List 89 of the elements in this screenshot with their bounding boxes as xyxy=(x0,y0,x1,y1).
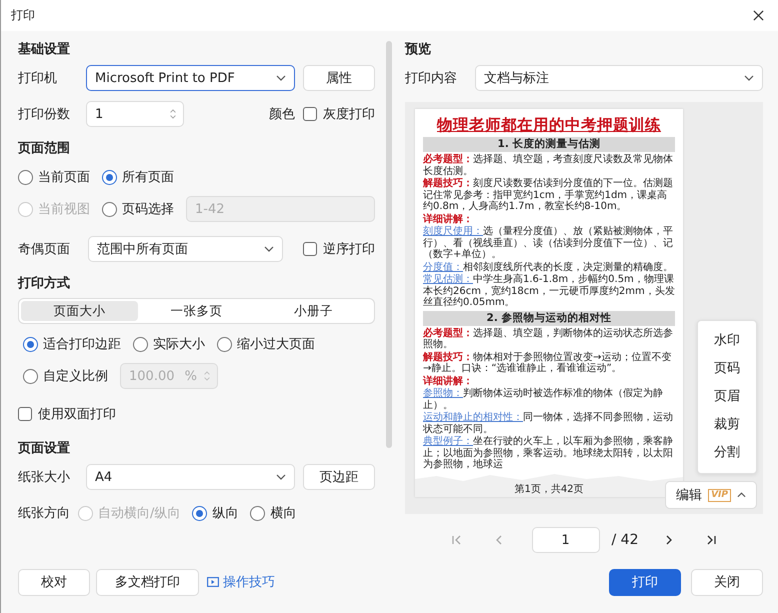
footer-button[interactable]: 多文档打印 xyxy=(96,568,199,596)
printer-select[interactable]: Microsoft Print to PDF xyxy=(86,65,296,91)
margins-button[interactable]: 页边距 xyxy=(303,464,375,490)
section-heading: 页面范围 xyxy=(18,140,71,158)
radio-label: 当前页面 xyxy=(38,169,90,186)
radio-button[interactable] xyxy=(133,336,148,352)
field-label: 纸张方向 xyxy=(18,505,71,522)
radio-button[interactable] xyxy=(18,170,33,184)
section-heading: 打印方式 xyxy=(18,275,71,293)
radio-label: 当前视图 xyxy=(38,201,90,218)
checkbox[interactable] xyxy=(303,107,317,121)
radio-button[interactable] xyxy=(23,336,38,352)
tab[interactable]: 一张多页 xyxy=(138,301,255,321)
checkbox-label: 逆序打印 xyxy=(323,241,375,258)
radio-label: 缩小过大页面 xyxy=(237,336,315,353)
menu-item[interactable]: 水印 xyxy=(698,327,756,355)
paragraph: 必考题型：选择题、填空题，考查刻度尺读数及常见物体长度估测。 xyxy=(423,154,674,177)
checkbox[interactable] xyxy=(18,407,32,421)
menu-item[interactable]: 页码 xyxy=(698,355,756,383)
chevron-up-icon xyxy=(737,492,746,498)
paragraph: 解题技巧：刻度尺读数要估读到分度值的下一位。估测题记住常见参考：指甲宽约1cm，手掌宽约1dm，课桌高约0.8m，人身高约1.7m，教室长约8-10m。 xyxy=(423,178,674,212)
vip-badge: VIP xyxy=(708,488,731,502)
page-number: 第1页，共42页 xyxy=(514,482,584,496)
footer-button[interactable]: 校对 xyxy=(18,568,90,596)
odd-even-select[interactable]: 范围中所有页面 xyxy=(88,236,283,262)
scrollbar[interactable] xyxy=(386,41,392,448)
menu-item[interactable]: 分割 xyxy=(698,439,756,467)
paragraph: 参照物：判断物体运动时被选作标准的物体（假定为静止）。 xyxy=(423,388,664,411)
radio-label: 实际大小 xyxy=(153,336,205,353)
paper-size-select[interactable]: A4 xyxy=(86,464,296,490)
chevron-down-icon xyxy=(264,246,274,252)
radio-button[interactable] xyxy=(192,506,208,520)
radio-label: 页码选择 xyxy=(122,201,174,218)
field-label: 打印机 xyxy=(18,70,58,87)
spinner-icon[interactable] xyxy=(169,107,177,121)
menu-item[interactable]: 页眉 xyxy=(698,383,756,411)
field-label: 颜色 xyxy=(269,106,295,123)
section-header: 1. 长度的测量与估测 xyxy=(423,137,675,152)
radio-label: 适合打印边距 xyxy=(43,336,121,353)
edit-button[interactable]: 编辑 VIP xyxy=(665,481,757,509)
section-header: 2. 参照物与运动的相对性 xyxy=(423,310,675,326)
chevron-down-icon xyxy=(744,75,754,81)
dialog-button[interactable]: 打印 xyxy=(609,568,681,596)
copies-field[interactable]: 1 xyxy=(86,101,184,127)
paragraph: 详细讲解： xyxy=(423,214,474,225)
radio-button[interactable] xyxy=(250,506,266,520)
radio-label: 自动横向/纵向 xyxy=(98,505,180,522)
properties-button[interactable]: 属性 xyxy=(303,65,375,91)
radio-button[interactable] xyxy=(102,202,117,216)
paragraph: 刻度尺使用：选（量程分度值）、放（紧贴被测物体，平行）、看（视线垂直）、读（估读到分度值下一位）、记（数字+单位）。 xyxy=(423,226,674,260)
page-number-field[interactable]: 1 xyxy=(532,527,600,553)
close-icon[interactable] xyxy=(753,10,764,21)
field-label: 奇偶页面 xyxy=(18,241,71,258)
paragraph: 分度值：相邻刻度线所代表的长度，决定测量的精确度。 xyxy=(423,262,674,273)
checkbox-label: 灰度打印 xyxy=(323,106,375,123)
chevron-down-icon xyxy=(276,474,286,480)
radio-label: 所有页面 xyxy=(122,169,174,186)
section-heading: 页面设置 xyxy=(18,440,71,458)
section-heading: 预览 xyxy=(405,41,432,59)
checkbox[interactable] xyxy=(303,242,317,256)
paragraph: 典型例子：坐在行驶的火车上，以车厢为参照物，乘客静止；以地面为参照物，乘客运动。地球绕太阳转，以太阳为参照物，地球运 xyxy=(423,436,674,470)
document-title: 物理老师都在用的中考押题训练 xyxy=(436,115,662,135)
chevron-down-icon xyxy=(276,75,286,81)
tips-link[interactable]: 操作技巧 xyxy=(207,573,275,591)
radio-label: 纵向 xyxy=(212,505,238,522)
radio-label: 横向 xyxy=(270,505,296,522)
paragraph: 详细讲解： xyxy=(423,376,474,387)
dialog-button[interactable]: 关闭 xyxy=(691,568,763,596)
radio-button[interactable] xyxy=(23,368,38,384)
paragraph: 解题技巧：物体相对于参照物位置改变→运动；位置不变→静止。口诀：“选谁谁静止，看谁谁运动”。 xyxy=(423,352,672,374)
radio-label: 自定义比例 xyxy=(43,368,108,385)
paragraph: 运动和静止的相对性：同一物体，选择不同参照物，运动状态可能不同。 xyxy=(423,412,674,435)
last-page-icon[interactable] xyxy=(705,534,718,546)
paragraph: 必考题型：选择题、填空题，判断物体的运动状态所选参照物。 xyxy=(423,328,674,350)
paragraph: 常见估测：中学生身高1.6-1.8m，步幅约0.5m，物理课本长约26cm，宽约18cm，一元硬币厚度约2mm，头发丝直径约0.05mm。 xyxy=(423,274,675,308)
field-label: 纸张大小 xyxy=(18,469,71,486)
radio-button[interactable] xyxy=(102,170,117,184)
play-icon xyxy=(207,576,219,588)
checkbox-label: 使用双面打印 xyxy=(38,406,116,423)
field-label: 打印份数 xyxy=(18,106,71,123)
tab[interactable]: 页面大小 xyxy=(21,301,138,321)
field-label: 打印内容 xyxy=(405,70,458,87)
menu-item[interactable]: 裁剪 xyxy=(698,411,756,439)
print-content-select[interactable]: 文档与标注 xyxy=(475,65,763,91)
window-title: 打印 xyxy=(11,7,35,24)
section-heading: 基础设置 xyxy=(18,41,71,59)
tab[interactable]: 小册子 xyxy=(255,301,372,321)
radio-button[interactable] xyxy=(217,336,232,352)
page-total: / 42 xyxy=(612,532,638,548)
